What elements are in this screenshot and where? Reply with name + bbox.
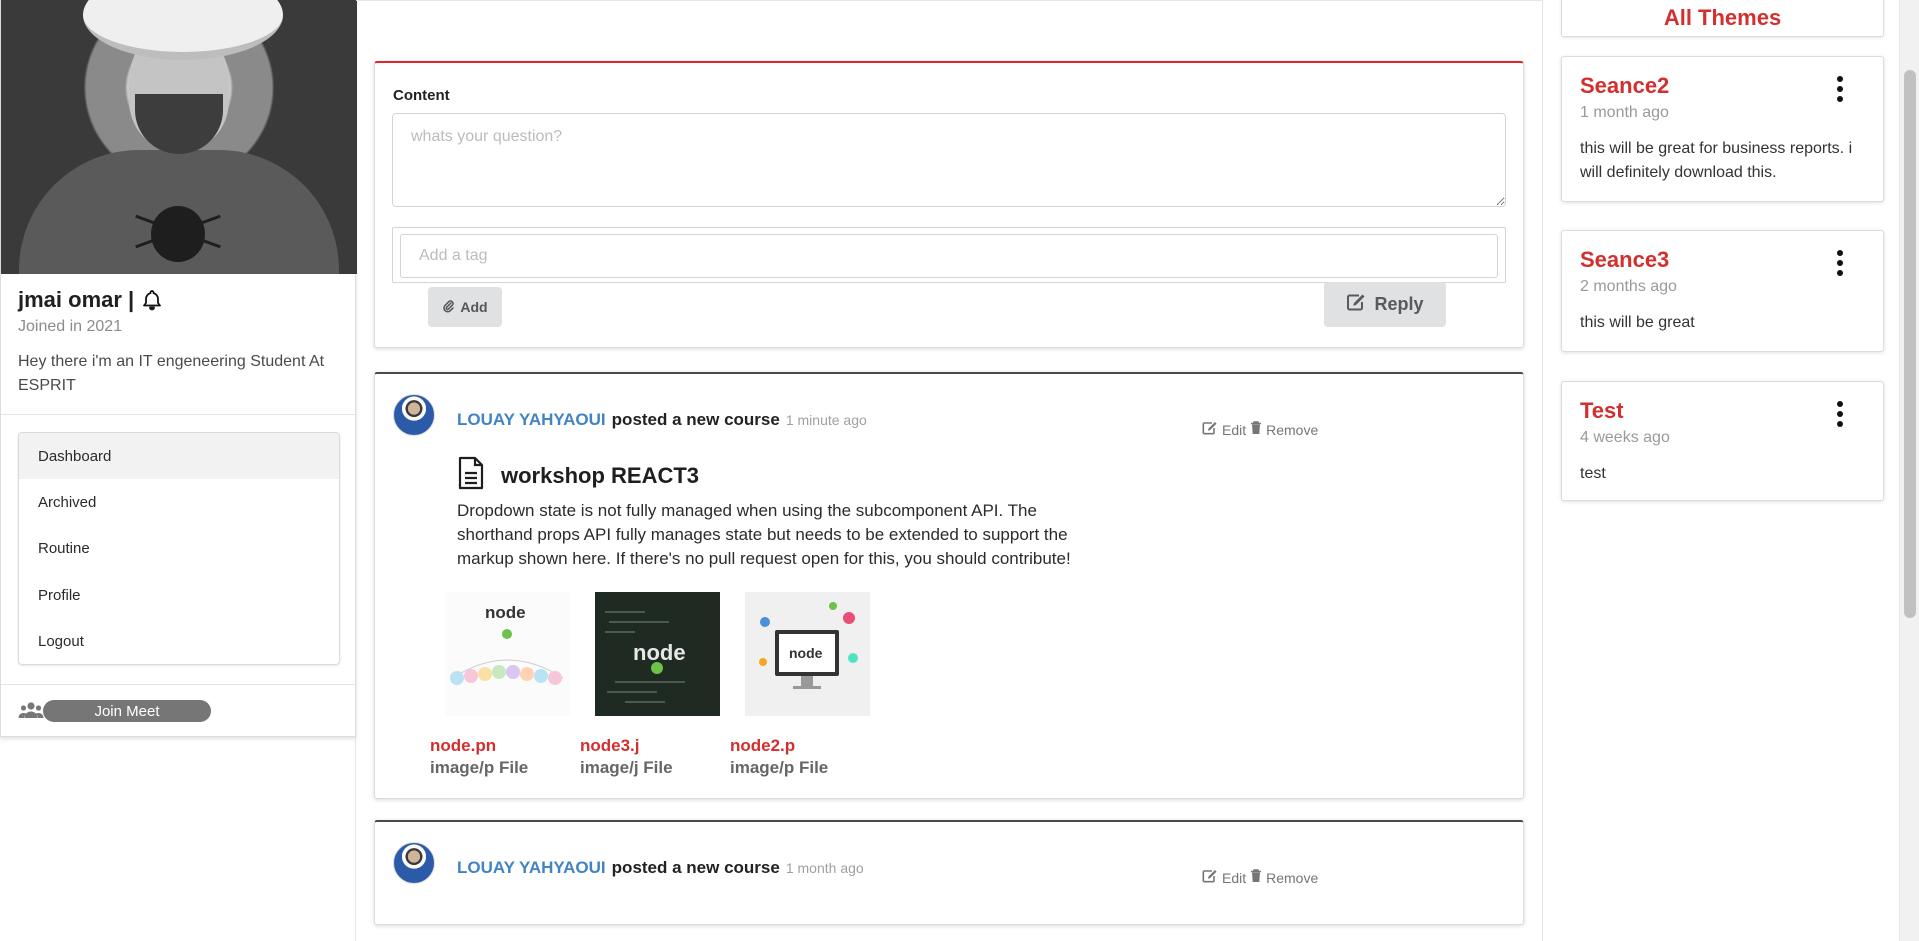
file-name[interactable]: node.pn xyxy=(430,736,570,756)
theme-card[interactable]: Seance2 1 month ago this will be great f… xyxy=(1561,56,1884,202)
card-actions: Edit Remove xyxy=(1202,421,1318,438)
sidebar-item-dashboard[interactable]: Dashboard xyxy=(19,433,339,480)
profile-name: jmai omar | xyxy=(18,287,135,312)
tag-input[interactable] xyxy=(400,234,1498,278)
reply-label: Reply xyxy=(1374,294,1424,314)
file-icon xyxy=(457,456,485,496)
main-feed: Content Add Reply LOUAY YAHYAO xyxy=(356,0,1542,941)
card-actions: Edit Remove xyxy=(1202,869,1318,886)
theme-time: 4 weeks ago xyxy=(1580,429,1670,446)
feed-card: LOUAY YAHYAOUI posted a new course 1 mon… xyxy=(374,820,1524,925)
svg-text:node: node xyxy=(789,645,823,661)
joined-date: Joined in 2021 xyxy=(18,318,123,335)
feed-action: posted a new course xyxy=(611,410,780,429)
sidebar-item-archived[interactable]: Archived xyxy=(19,479,339,525)
question-composer: Content Add Reply xyxy=(374,61,1524,348)
edit-button[interactable]: Edit xyxy=(1202,869,1246,886)
divider xyxy=(1,684,357,685)
profile-card: jmai omar | Joined in 2021 Hey there i'm… xyxy=(0,0,357,737)
add-label: Add xyxy=(460,299,488,315)
tag-field xyxy=(392,227,1506,283)
sidebar-item-routine[interactable]: Routine xyxy=(19,526,339,572)
theme-time: 1 month ago xyxy=(1580,104,1669,121)
trash-icon xyxy=(1250,421,1262,438)
feed-header: LOUAY YAHYAOUI posted a new course 1 min… xyxy=(457,410,867,430)
file-type: image/p File xyxy=(430,758,529,777)
divider xyxy=(1,414,357,415)
content-label: Content xyxy=(393,87,450,104)
page-scrollbar[interactable] xyxy=(1899,0,1919,941)
theme-text: this will be great for business reports.… xyxy=(1580,140,1853,181)
edit-icon xyxy=(1202,421,1218,438)
file-name[interactable]: node2.p xyxy=(730,736,870,756)
themes-header[interactable]: All Themes xyxy=(1561,0,1884,37)
feed-action: posted a new course xyxy=(611,858,780,877)
svg-text:node: node xyxy=(485,603,526,622)
reply-button[interactable]: Reply xyxy=(1324,282,1446,327)
theme-text: this will be great xyxy=(1580,314,1695,331)
edit-icon xyxy=(1346,293,1366,316)
profile-photo xyxy=(1,0,357,274)
paperclip-icon xyxy=(442,299,455,316)
file-type: image/p File xyxy=(730,758,829,777)
file-type: image/j File xyxy=(580,758,673,777)
scrollbar-thumb[interactable] xyxy=(1904,70,1916,618)
profile-bio: Hey there i'm an IT engeneering Student … xyxy=(18,353,325,394)
author-link[interactable]: LOUAY YAHYAOUI xyxy=(457,858,606,878)
file-item[interactable]: node node2.p image/p File xyxy=(730,592,870,778)
users-icon xyxy=(18,701,44,719)
feed-time: 1 minute ago xyxy=(785,412,867,428)
author-link[interactable]: LOUAY YAHYAOUI xyxy=(457,410,606,430)
more-options-icon[interactable] xyxy=(1833,76,1847,102)
feed-time: 1 month ago xyxy=(785,860,864,876)
question-input[interactable] xyxy=(392,113,1506,207)
theme-time: 2 months ago xyxy=(1580,278,1677,295)
file-thumbnail[interactable]: node xyxy=(445,592,570,716)
course-description: Dropdown state is not fully managed when… xyxy=(457,501,1071,568)
sidebar-item-logout[interactable]: Logout xyxy=(19,619,339,664)
theme-title[interactable]: Seance3 xyxy=(1580,247,1669,273)
add-attachment-button[interactable]: Add xyxy=(428,287,502,327)
feed-card: LOUAY YAHYAOUI posted a new course 1 min… xyxy=(374,372,1524,799)
more-options-icon[interactable] xyxy=(1833,250,1847,276)
edit-button[interactable]: Edit xyxy=(1202,421,1246,438)
theme-text: test xyxy=(1580,465,1606,482)
more-options-icon[interactable] xyxy=(1833,401,1847,427)
app-root: jmai omar | Joined in 2021 Hey there i'm… xyxy=(0,0,1919,941)
theme-card[interactable]: Test 4 weeks ago test xyxy=(1561,381,1884,501)
left-sidebar: jmai omar | Joined in 2021 Hey there i'm… xyxy=(0,0,357,941)
sidebar-item-profile[interactable]: Profile xyxy=(19,572,339,618)
edit-icon xyxy=(1202,869,1218,886)
file-list: node node.pn image/p File node node3.j i… xyxy=(375,592,975,782)
theme-card[interactable]: Seance3 2 months ago this will be great xyxy=(1561,230,1884,352)
sidebar-menu: Dashboard Archived Routine Profile Logou… xyxy=(18,432,340,665)
remove-button[interactable]: Remove xyxy=(1250,869,1318,886)
file-item[interactable]: node node3.j image/j File xyxy=(580,592,720,778)
file-thumbnail[interactable]: node xyxy=(745,592,870,716)
theme-title[interactable]: Seance2 xyxy=(1580,73,1669,99)
theme-title[interactable]: Test xyxy=(1580,398,1624,424)
feed-header: LOUAY YAHYAOUI posted a new course 1 mon… xyxy=(457,858,864,878)
remove-button[interactable]: Remove xyxy=(1250,421,1318,438)
file-item[interactable]: node node.pn image/p File xyxy=(430,592,570,778)
remove-label: Remove xyxy=(1266,869,1319,886)
file-name[interactable]: node3.j xyxy=(580,736,720,756)
svg-text:node: node xyxy=(633,640,686,665)
themes-sidebar: All Themes Seance2 1 month ago this will… xyxy=(1542,0,1899,941)
course-title[interactable]: workshop REACT3 xyxy=(501,463,699,489)
avatar[interactable] xyxy=(393,394,435,436)
edit-label: Edit xyxy=(1222,421,1247,438)
trash-icon xyxy=(1250,869,1262,886)
bell-icon[interactable] xyxy=(140,288,164,312)
edit-label: Edit xyxy=(1222,869,1247,886)
profile-name-row: jmai omar | xyxy=(18,287,164,313)
remove-label: Remove xyxy=(1266,421,1319,438)
join-meet-button[interactable]: Join Meet xyxy=(43,700,211,722)
avatar[interactable] xyxy=(393,842,435,884)
file-thumbnail[interactable]: node xyxy=(595,592,720,716)
course-title-row: workshop REACT3 xyxy=(457,456,699,496)
